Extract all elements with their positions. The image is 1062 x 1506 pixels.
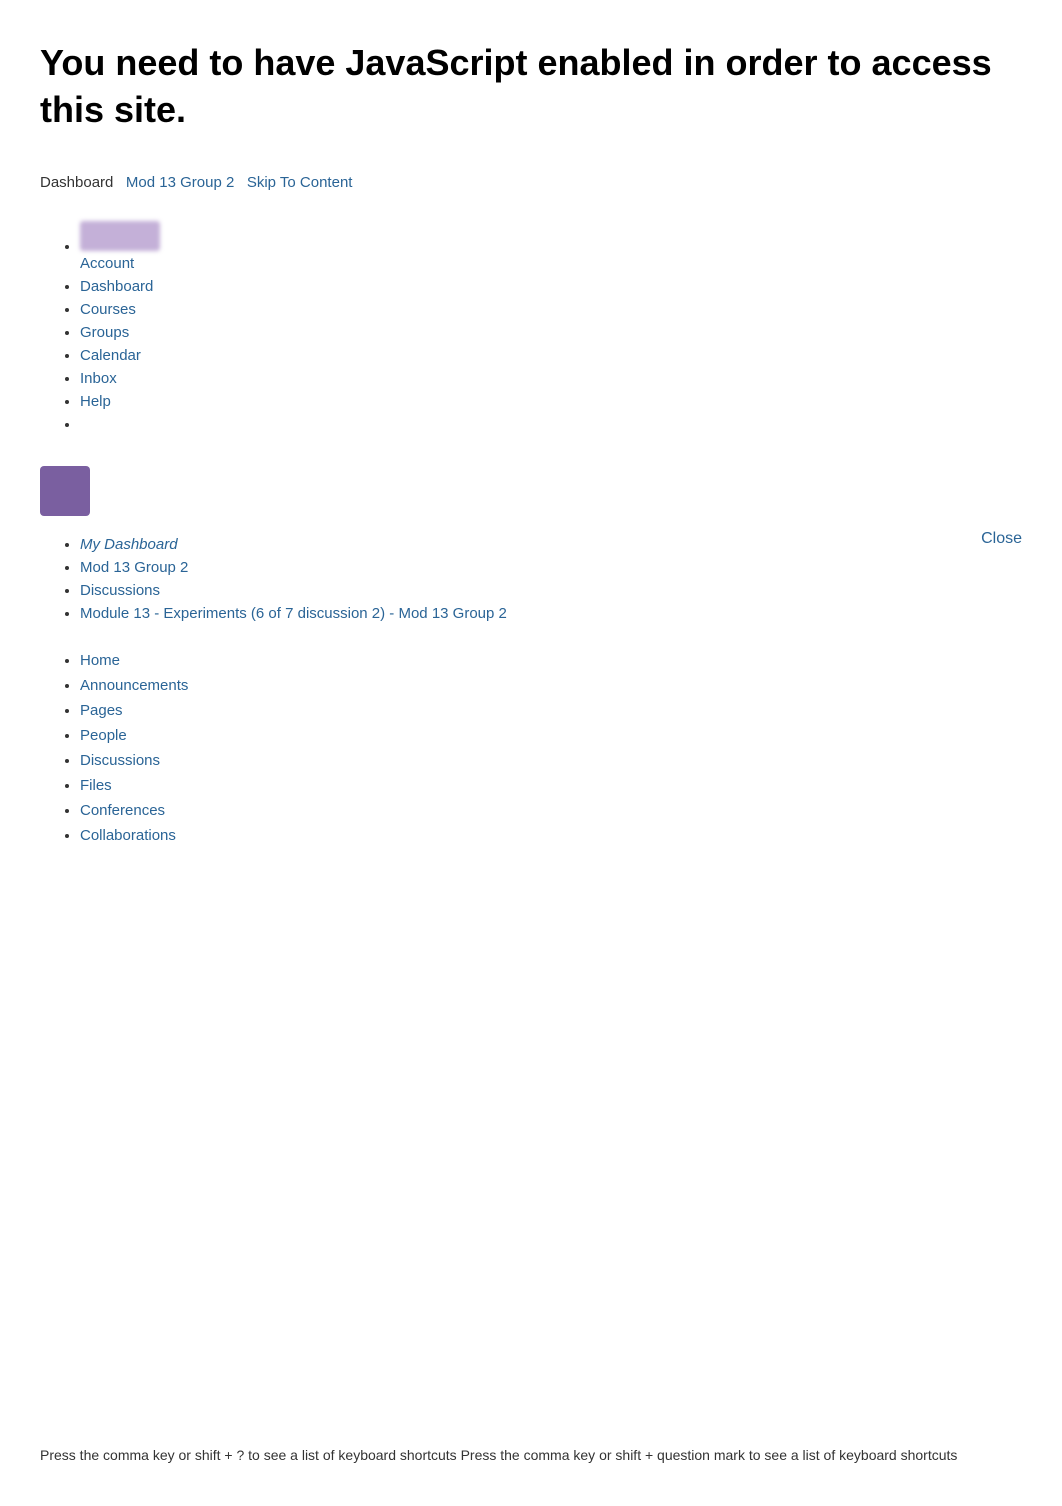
tray-discussions-link[interactable]: Discussions (80, 582, 160, 599)
footer-text: Press the comma key or shift + ? to see … (40, 1447, 957, 1463)
group-nav: Home Announcements Pages People Discussi… (40, 652, 1022, 844)
global-nav-avatar-item: Account (80, 221, 1022, 272)
global-nav-empty-item (80, 416, 1022, 436)
global-nav: Account Dashboard Courses Groups Calenda… (40, 221, 1022, 436)
tray-nav-module13[interactable]: Module 13 - Experiments (6 of 7 discussi… (80, 605, 1022, 622)
home-link[interactable]: Home (80, 652, 120, 669)
js-warning-title: You need to have JavaScript enabled in o… (40, 40, 1022, 134)
group-nav-pages[interactable]: Pages (80, 702, 1022, 719)
group-nav-people[interactable]: People (80, 727, 1022, 744)
dashboard-link[interactable]: Dashboard (80, 278, 153, 295)
global-nav-courses-item[interactable]: Courses (80, 301, 1022, 318)
group-nav-home[interactable]: Home (80, 652, 1022, 669)
group-nav-files[interactable]: Files (80, 777, 1022, 794)
calendar-link[interactable]: Calendar (80, 347, 141, 364)
group-discussions-link[interactable]: Discussions (80, 752, 160, 769)
module13-link[interactable]: Module 13 - Experiments (6 of 7 discussi… (80, 605, 507, 622)
courses-link[interactable]: Courses (80, 301, 136, 318)
js-warning-section: You need to have JavaScript enabled in o… (40, 40, 1022, 134)
breadcrumb: Dashboard Mod 13 Group 2 Skip To Content (40, 174, 1022, 191)
avatar-blurred (80, 221, 160, 251)
breadcrumb-group-link[interactable]: Mod 13 Group 2 (126, 174, 234, 191)
help-link[interactable]: Help (80, 393, 111, 410)
collaborations-link[interactable]: Collaborations (80, 827, 176, 844)
user-avatar-section (40, 466, 1022, 516)
announcements-link[interactable]: Announcements (80, 677, 188, 694)
my-dashboard-link[interactable]: My Dashboard (80, 536, 178, 553)
conferences-link[interactable]: Conferences (80, 802, 165, 819)
group-nav-conferences[interactable]: Conferences (80, 802, 1022, 819)
group-nav-announcements[interactable]: Announcements (80, 677, 1022, 694)
account-link[interactable]: Account (80, 255, 134, 272)
tray-nav-my-dashboard[interactable]: My Dashboard (80, 536, 1022, 553)
pages-link[interactable]: Pages (80, 702, 123, 719)
breadcrumb-dashboard-text: Dashboard (40, 174, 113, 191)
group-nav-collaborations[interactable]: Collaborations (80, 827, 1022, 844)
group-nav-discussions[interactable]: Discussions (80, 752, 1022, 769)
breadcrumb-skip-link[interactable]: Skip To Content (247, 174, 353, 191)
inbox-link[interactable]: Inbox (80, 370, 117, 387)
global-nav-dashboard-item[interactable]: Dashboard (80, 278, 1022, 295)
tray-nav: My Dashboard Mod 13 Group 2 Discussions … (40, 536, 1022, 622)
global-nav-help-item[interactable]: Help (80, 393, 1022, 410)
tray-nav-mod13group2[interactable]: Mod 13 Group 2 (80, 559, 1022, 576)
global-nav-inbox-item[interactable]: Inbox (80, 370, 1022, 387)
global-nav-calendar-item[interactable]: Calendar (80, 347, 1022, 364)
mod13-group2-link[interactable]: Mod 13 Group 2 (80, 559, 188, 576)
people-link[interactable]: People (80, 727, 127, 744)
footer-note: Press the comma key or shift + ? to see … (40, 1445, 1022, 1466)
user-avatar (40, 466, 90, 516)
tray-nav-discussions[interactable]: Discussions (80, 582, 1022, 599)
global-nav-groups-item[interactable]: Groups (80, 324, 1022, 341)
files-link[interactable]: Files (80, 777, 112, 794)
groups-link[interactable]: Groups (80, 324, 129, 341)
